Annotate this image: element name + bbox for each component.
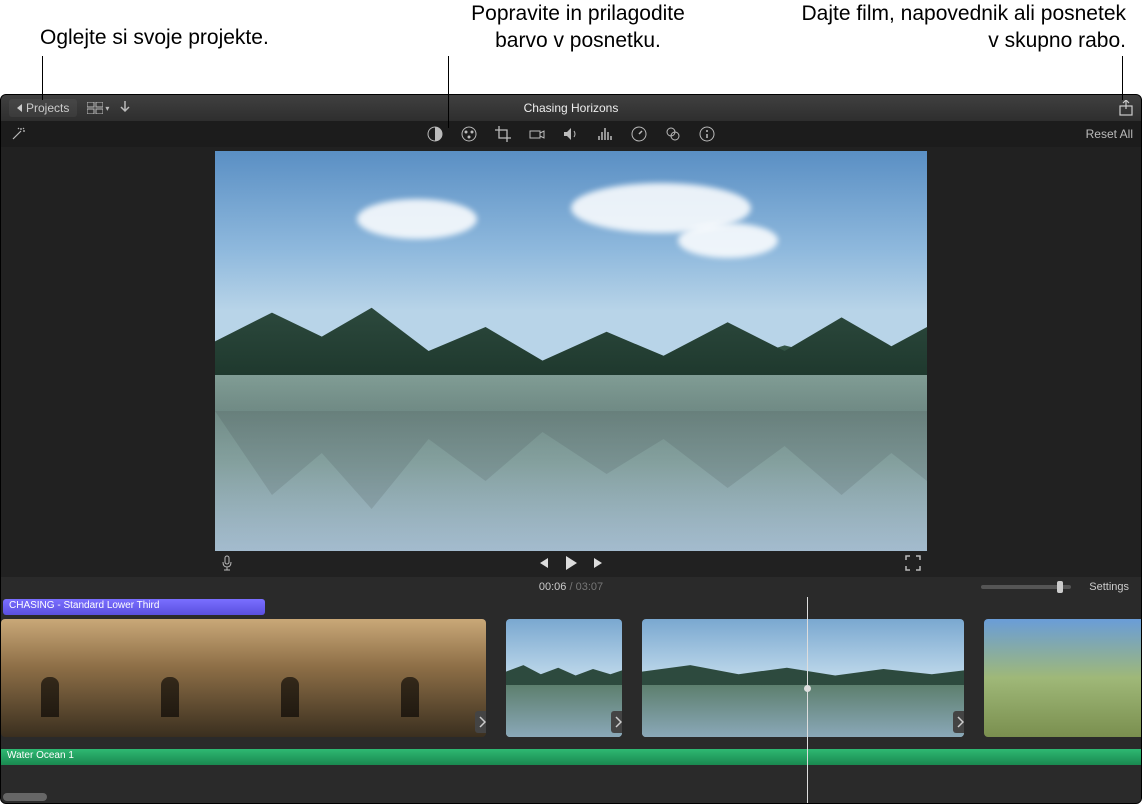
transition-button[interactable] xyxy=(953,711,964,733)
preview-water-surface xyxy=(215,375,927,551)
video-clip-2[interactable] xyxy=(506,619,622,737)
time-display: 00:06 / 03:07 xyxy=(539,581,603,593)
callout-projects: Oglejte si svoje projekte. xyxy=(40,24,269,51)
callout-color: Popravite in prilagodite barvo v posnetk… xyxy=(448,0,708,55)
media-library-button[interactable]: ▾ xyxy=(87,102,109,114)
time-separator: / xyxy=(566,581,575,593)
horizontal-scrollbar-thumb[interactable] xyxy=(3,793,47,801)
transition-button[interactable] xyxy=(475,711,486,733)
share-icon xyxy=(1119,100,1133,116)
timeline[interactable]: CHASING - Standard Lower Third xyxy=(1,597,1141,803)
stabilization-button[interactable] xyxy=(528,125,546,143)
previous-button[interactable] xyxy=(536,556,550,570)
video-clip-4[interactable] xyxy=(984,619,1141,737)
palette-icon xyxy=(461,126,477,142)
transition-icon xyxy=(479,716,486,728)
transition-icon xyxy=(957,716,964,728)
equalizer-icon xyxy=(597,126,613,142)
cloud xyxy=(678,223,778,258)
video-clip-1[interactable] xyxy=(1,619,486,737)
playback-controls xyxy=(536,555,606,571)
circles-icon xyxy=(665,126,681,142)
imovie-window: Projects ▾ Chasing Horizons xyxy=(0,94,1142,804)
magic-wand-button[interactable] xyxy=(9,125,27,143)
callout-line xyxy=(1122,56,1123,100)
top-toolbar: Projects ▾ Chasing Horizons xyxy=(1,95,1141,121)
audio-clip[interactable]: Water Ocean 1 xyxy=(1,749,1141,765)
time-bar: 00:06 / 03:07 Settings xyxy=(1,577,1141,597)
video-clip-3[interactable] xyxy=(642,619,964,737)
crop-button[interactable] xyxy=(494,125,512,143)
video-track xyxy=(1,619,1141,737)
callout-share: Dajte film, napovednik ali posnetek v sk… xyxy=(786,0,1126,55)
voiceover-button[interactable] xyxy=(221,555,233,571)
share-button[interactable] xyxy=(1119,100,1133,116)
cloud xyxy=(357,199,477,239)
title-clip[interactable]: CHASING - Standard Lower Third xyxy=(3,599,265,615)
callout-line xyxy=(448,56,449,128)
clip-thumbnail xyxy=(1,619,486,737)
playhead[interactable] xyxy=(807,597,808,803)
callout-line xyxy=(42,56,43,100)
info-button[interactable] xyxy=(698,125,716,143)
zoom-slider-handle[interactable] xyxy=(1057,581,1063,593)
viewer-controls xyxy=(1,549,1141,577)
info-icon xyxy=(699,126,715,142)
color-balance-icon xyxy=(427,126,443,142)
adjustments-toolbar: Reset All xyxy=(1,121,1141,147)
camera-icon xyxy=(529,126,545,142)
noise-reduction-button[interactable] xyxy=(596,125,614,143)
speaker-icon xyxy=(563,126,579,142)
transition-button[interactable] xyxy=(611,711,622,733)
speed-button[interactable] xyxy=(630,125,648,143)
transition-icon xyxy=(615,716,622,728)
skip-back-icon xyxy=(536,556,550,570)
filter-button[interactable] xyxy=(664,125,682,143)
clip-thumbnail xyxy=(506,619,622,737)
color-balance-button[interactable] xyxy=(426,125,444,143)
projects-button[interactable]: Projects xyxy=(9,99,77,117)
adjustment-tools xyxy=(426,125,716,143)
clip-thumbnail xyxy=(642,619,964,737)
chevron-left-icon xyxy=(17,104,22,112)
timeline-settings-button[interactable]: Settings xyxy=(1089,581,1129,593)
playhead-marker[interactable] xyxy=(804,685,811,692)
volume-button[interactable] xyxy=(562,125,580,143)
crop-icon xyxy=(495,126,511,142)
next-button[interactable] xyxy=(592,556,606,570)
clip-thumbnail xyxy=(984,619,1141,737)
microphone-icon xyxy=(221,555,233,571)
skip-forward-icon xyxy=(592,556,606,570)
projects-label: Projects xyxy=(26,101,69,115)
duration: 03:07 xyxy=(576,581,604,593)
color-correction-button[interactable] xyxy=(460,125,478,143)
speedometer-icon xyxy=(631,126,647,142)
callout-annotations: Oglejte si svoje projekte. Popravite in … xyxy=(0,0,1144,94)
fullscreen-button[interactable] xyxy=(905,555,921,571)
current-time: 00:06 xyxy=(539,581,567,593)
import-button[interactable] xyxy=(119,101,131,115)
play-button[interactable] xyxy=(564,555,578,571)
viewer-area xyxy=(1,147,1141,577)
play-icon xyxy=(564,555,578,571)
reset-all-button[interactable]: Reset All xyxy=(1086,127,1133,141)
project-title: Chasing Horizons xyxy=(524,101,619,115)
fullscreen-icon xyxy=(905,555,921,571)
preview-viewer[interactable] xyxy=(215,151,927,551)
